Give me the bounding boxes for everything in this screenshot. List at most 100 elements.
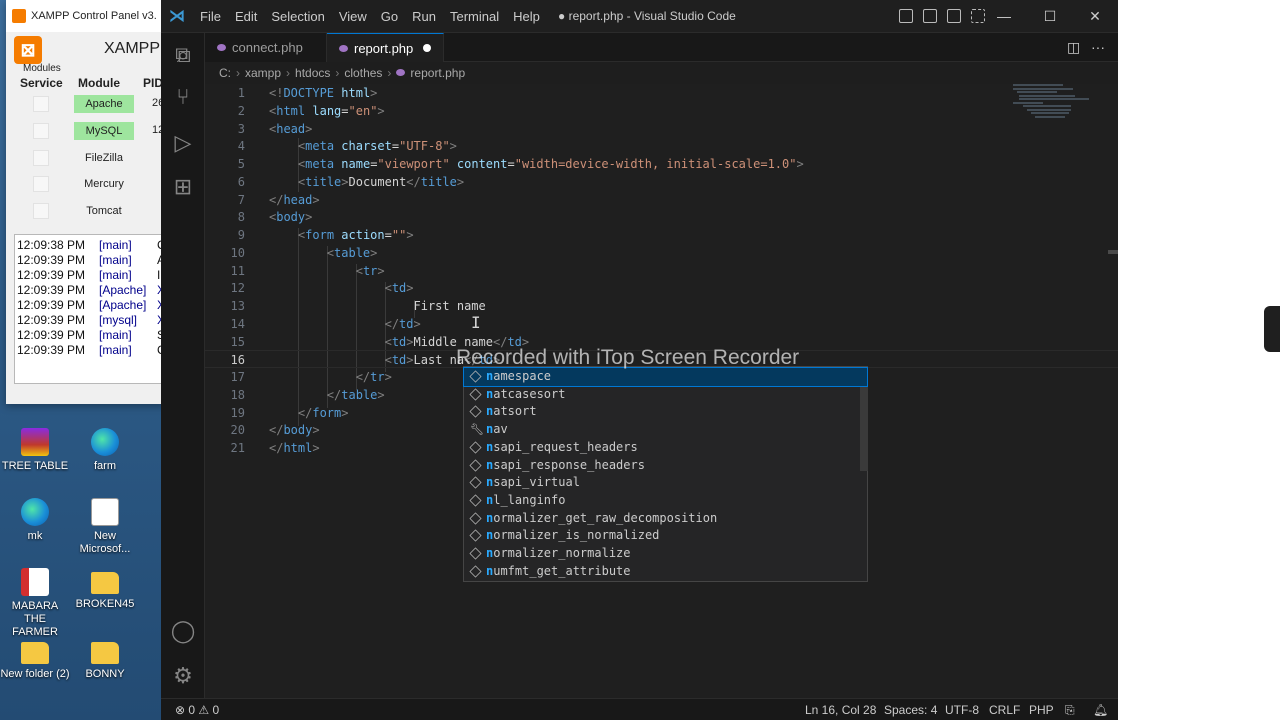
tab-connect-php[interactable]: connect.php (205, 33, 327, 62)
breadcrumb-item[interactable]: xampp (245, 62, 281, 84)
desktop-icon[interactable]: BROKEN45 (70, 568, 140, 611)
menu-go[interactable]: Go (374, 0, 405, 33)
background-window-edge (1118, 0, 1280, 720)
menu-selection[interactable]: Selection (264, 0, 331, 33)
unsaved-dot-icon[interactable] (423, 44, 431, 52)
code-line[interactable]: 2 <html lang="en"> (205, 102, 1118, 120)
notifications-bell-icon[interactable]: 🔔︎ (1093, 699, 1108, 720)
menu-view[interactable]: View (332, 0, 374, 33)
suggestion-item[interactable]: normalizer_get_raw_decomposition (464, 510, 867, 528)
code-line[interactable]: 3 <head> (205, 120, 1118, 138)
language-mode[interactable]: PHP (1029, 699, 1054, 720)
suggestion-item[interactable]: nl_langinfo (464, 492, 867, 510)
minimize-button[interactable]: — (981, 0, 1027, 33)
code-token: action (341, 228, 385, 242)
encoding-setting[interactable]: UTF-8 (945, 699, 979, 720)
service-checkbox[interactable] (33, 96, 49, 112)
breadcrumb-item[interactable]: clothes (344, 62, 382, 84)
code-token: > (305, 121, 313, 136)
suggestion-item[interactable]: natcasesort (464, 386, 867, 404)
suggestion-item[interactable]: 🔧︎ nav (464, 421, 867, 439)
suggestion-item[interactable]: natsort (464, 403, 867, 421)
desktop-icon[interactable]: New Microsof... (70, 498, 140, 556)
vertical-scrollbar[interactable] (1108, 250, 1118, 254)
service-checkbox[interactable] (33, 122, 49, 139)
mouse-ibeam-cursor-icon: I (471, 313, 481, 332)
menu-run[interactable]: Run (405, 0, 443, 33)
service-checkbox[interactable] (33, 203, 49, 220)
suggestion-item[interactable]: nsapi_request_headers (464, 439, 867, 457)
service-row: Apache 26 (6, 93, 165, 115)
menu-terminal[interactable]: Terminal (443, 0, 506, 33)
run-debug-icon[interactable]: ▷ (161, 121, 205, 165)
copilot-icon[interactable]: ⎘ (1065, 699, 1075, 720)
code-line[interactable]: 6 <title>Document</title> (205, 173, 1118, 191)
code-token: = (384, 228, 392, 242)
code-line[interactable]: 12 <td> (205, 279, 1118, 297)
code-token: > (796, 157, 804, 171)
desktop-icon[interactable]: MABARA THE FARMER (0, 568, 70, 639)
tab-report-php[interactable]: report.php (327, 33, 444, 62)
desktop-icon[interactable]: BONNY (70, 638, 140, 681)
more-actions-icon[interactable]: ··· (1091, 33, 1105, 62)
breadcrumb-item[interactable]: htdocs (295, 62, 330, 84)
problems-indicator[interactable]: ⊗ 0 ⚠ 0 (175, 699, 219, 720)
breadcrumb-item[interactable]: report.php (410, 62, 465, 84)
code-line[interactable]: 7 </head> (205, 191, 1118, 209)
code-line[interactable]: 5 <meta name="viewport" content="width=d… (205, 155, 1118, 173)
xampp-titlebar[interactable]: XAMPP Control Panel v3. (6, 0, 165, 32)
suggestion-item[interactable]: numfmt_get_attribute (464, 563, 867, 581)
source-control-icon[interactable]: ⑂ (161, 75, 205, 119)
desktop-icon[interactable]: farm (70, 428, 140, 473)
suggestion-item[interactable]: namespace (463, 367, 868, 387)
suggestion-item[interactable]: nsapi_virtual (464, 474, 867, 492)
search-icon[interactable]: ⌕ (161, 33, 205, 77)
suggestion-label: normalizer_is_normalized (486, 528, 660, 543)
manage-gear-icon[interactable]: ⚙ (161, 654, 205, 698)
suggestion-item[interactable]: nsapi_response_headers (464, 457, 867, 475)
line-content: </head> (269, 191, 320, 209)
code-token: table (341, 387, 378, 402)
split-editor-icon[interactable]: ◫ (1067, 33, 1080, 62)
breadcrumb-separator-icon: › (286, 66, 291, 80)
maximize-button[interactable]: ☐ (1027, 0, 1073, 33)
code-line[interactable]: 10 <table> (205, 244, 1118, 262)
accounts-icon[interactable]: ◯ (161, 609, 205, 653)
code-line[interactable]: 9 <form action=""> (205, 226, 1118, 244)
service-checkbox[interactable] (33, 149, 49, 166)
menu-help[interactable]: Help (506, 0, 547, 33)
desktop-icon[interactable]: New folder (2) (0, 638, 70, 681)
minimap[interactable] (1009, 84, 1089, 124)
suggestion-item[interactable]: normalizer_normalize (464, 545, 867, 563)
code-line[interactable]: 14 </td> (205, 315, 1118, 333)
service-checkbox[interactable] (33, 176, 49, 193)
close-button[interactable]: ✕ (1072, 0, 1118, 33)
code-line[interactable]: 1 <!DOCTYPE html> (205, 84, 1118, 102)
code-line[interactable]: 4 <meta charset="UTF-8"> (205, 137, 1118, 155)
indentation-setting[interactable]: Spaces: 4 (884, 699, 937, 720)
code-token: lang (312, 103, 342, 118)
minimap-line (1017, 91, 1057, 93)
desktop-icon[interactable]: TREE TABLE (0, 428, 70, 473)
side-panel-tab[interactable] (1264, 306, 1280, 352)
suggestion-item[interactable]: normalizer_is_normalized (464, 527, 867, 545)
xampp-log-panel[interactable]: 12:09:38 PM[main]C12:09:39 PM[main]A12:0… (14, 234, 165, 384)
code-line[interactable]: 8 <body> (205, 208, 1118, 226)
desktop-icon[interactable]: mk (0, 498, 70, 543)
menu-file[interactable]: File (193, 0, 228, 33)
menu-edit[interactable]: Edit (228, 0, 264, 33)
breadcrumb-item[interactable]: C: (219, 62, 231, 84)
toggle-secondary-sidebar-icon[interactable] (947, 9, 961, 23)
toggle-primary-sidebar-icon[interactable] (899, 9, 913, 23)
code-line[interactable]: 11 <tr> (205, 262, 1118, 280)
php-file-icon (396, 69, 406, 76)
extensions-icon[interactable]: ⊞ (161, 165, 205, 209)
toggle-panel-icon[interactable] (923, 9, 937, 23)
cursor-position[interactable]: Ln 16, Col 28 (805, 699, 876, 720)
code-line[interactable]: 13 First name (205, 297, 1118, 315)
code-token: > (312, 192, 320, 207)
eol-setting[interactable]: CRLF (989, 699, 1020, 720)
vscode-titlebar[interactable]: ⋊ File Edit Selection View Go Run Terminal Help… (161, 0, 1118, 33)
